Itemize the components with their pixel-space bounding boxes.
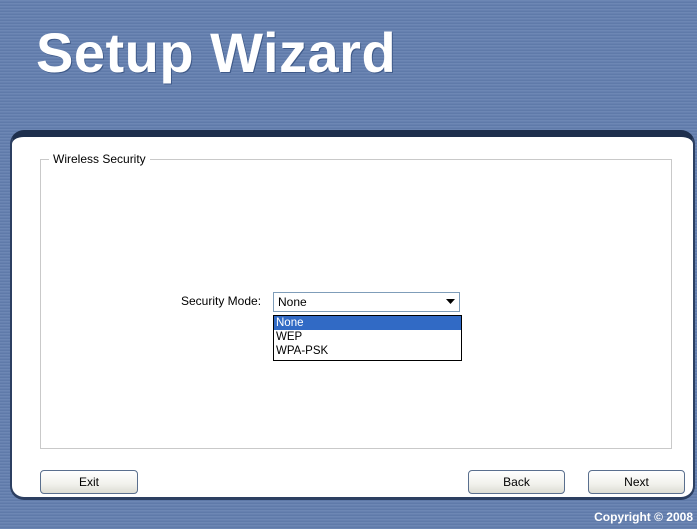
- header-band: Setup Wizard: [0, 0, 697, 130]
- back-button[interactable]: Back: [468, 470, 565, 494]
- group-legend: Wireless Security: [49, 152, 150, 166]
- copyright-text: Copyright © 2008: [594, 510, 693, 524]
- security-mode-dropdown-list: None WEP WPA-PSK: [273, 315, 462, 361]
- wizard-panel: Wireless Security Security Mode: None No…: [10, 130, 695, 500]
- page-title: Setup Wizard: [36, 21, 397, 84]
- option-wpa-psk[interactable]: WPA-PSK: [274, 344, 461, 358]
- security-mode-value: None: [278, 295, 307, 309]
- next-button[interactable]: Next: [588, 470, 685, 494]
- option-none[interactable]: None: [274, 316, 461, 330]
- exit-button[interactable]: Exit: [40, 470, 138, 494]
- option-wep[interactable]: WEP: [274, 330, 461, 344]
- wireless-security-groupbox: Wireless Security Security Mode: None No…: [40, 152, 672, 449]
- security-mode-select[interactable]: None: [273, 292, 460, 312]
- security-mode-label: Security Mode:: [181, 294, 262, 308]
- chevron-down-icon[interactable]: [442, 294, 458, 310]
